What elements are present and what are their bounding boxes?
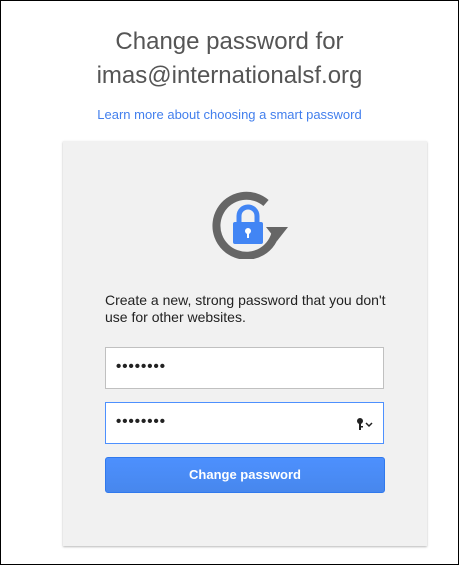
change-password-button[interactable]: Change password [105, 457, 385, 493]
instructions-text: Create a new, strong password that you d… [105, 292, 386, 325]
new-password-value: •••••••• [116, 358, 167, 375]
page-title-line1: Change password for [115, 28, 344, 55]
keychain-key-icon[interactable] [356, 417, 374, 431]
confirm-password-field[interactable]: •••••••• [105, 402, 384, 444]
page-frame: Change password for imas@internationalsf… [0, 0, 459, 565]
page-title: Change password for imas@internationalsf… [1, 25, 458, 93]
confirm-password-value: •••••••• [116, 413, 167, 430]
page-title-account: imas@internationalsf.org [96, 62, 363, 89]
new-password-field[interactable]: •••••••• [105, 347, 384, 389]
learn-more-link[interactable]: Learn more about choosing a smart passwo… [1, 107, 458, 122]
change-password-card: Create a new, strong password that you d… [63, 141, 427, 546]
refresh-lock-icon [212, 191, 288, 259]
